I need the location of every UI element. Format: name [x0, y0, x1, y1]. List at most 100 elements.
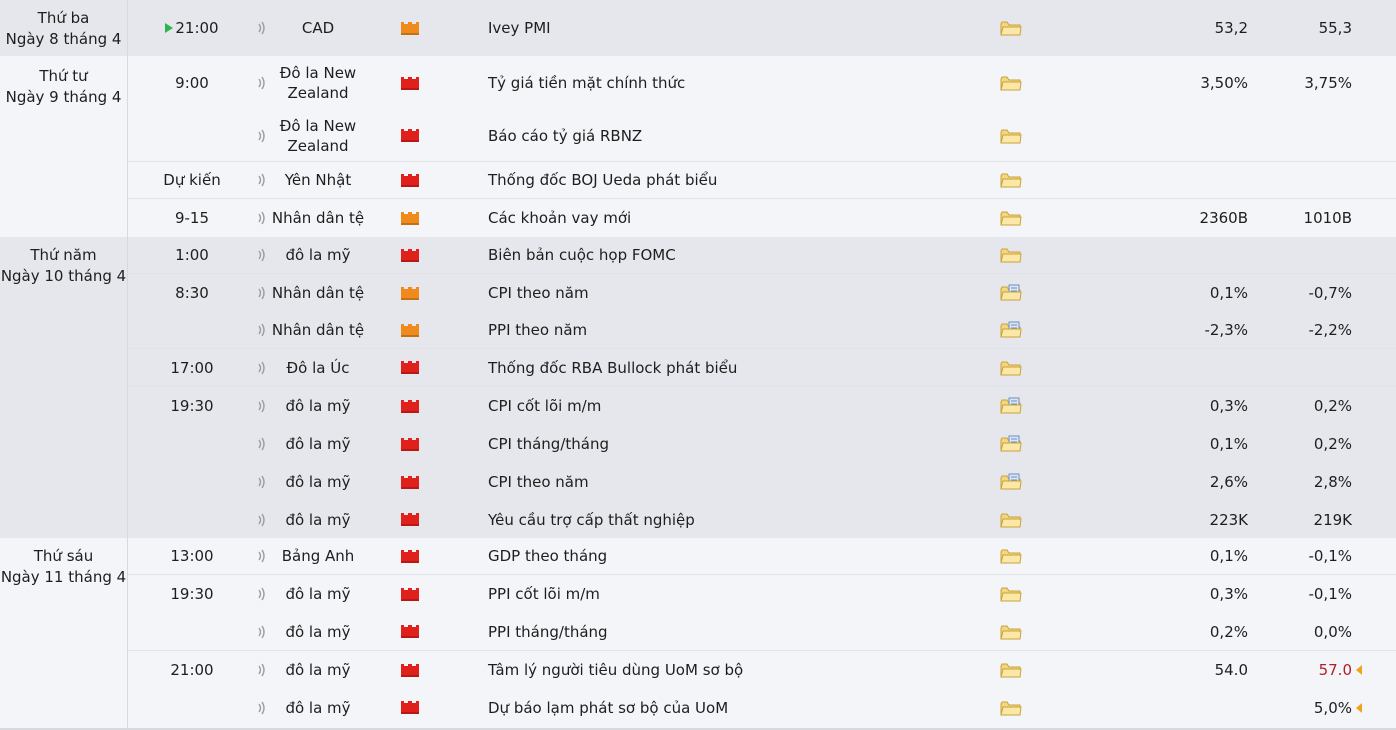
event-name[interactable]: CPI tháng/tháng [488, 425, 968, 463]
event-name[interactable]: GDP theo tháng [488, 538, 968, 574]
event-row[interactable]: đô la mỹ CPI theo năm 2,6% 2,8% [128, 463, 1396, 501]
event-row[interactable]: 8:30 Nhân dân tệ CPI theo năm 0,1% -0,7% [128, 274, 1396, 312]
event-forecast-value: 5,0% [1313, 698, 1352, 717]
event-row[interactable]: 19:30 đô la mỹ PPI cốt lõi m/m 0,3% -0,1% [128, 575, 1396, 613]
folder-icon[interactable] [1000, 538, 1022, 574]
folder-icon[interactable] [1000, 689, 1022, 726]
event-name[interactable]: CPI theo năm [488, 274, 968, 312]
event-name[interactable]: Các khoản vay mới [488, 199, 968, 237]
folder-icon[interactable] [1000, 575, 1022, 613]
event-time: 8:30 [128, 274, 256, 312]
event-forecast-value: -2,2% [1308, 321, 1352, 339]
event-currency: đô la mỹ [285, 246, 351, 264]
event-forecast [1252, 162, 1362, 198]
event-row[interactable]: 1:00 đô la mỹ Biên bản cuộc họp FOMC [128, 237, 1396, 273]
impact-medium-icon [400, 274, 420, 312]
impact-high-icon [400, 613, 420, 650]
impact-medium-icon [400, 0, 420, 56]
event-name[interactable]: PPI theo năm [488, 312, 968, 348]
folder-icon[interactable] [1000, 199, 1022, 237]
speaker-icon [256, 0, 268, 56]
speaker-icon [256, 689, 268, 726]
folder-icon[interactable] [1000, 349, 1022, 386]
event-row[interactable]: Dự kiến Yên Nhật Thống đốc BOJ Ueda phát b… [128, 162, 1396, 198]
event-row[interactable]: 13:00 Bảng Anh GDP theo tháng 0,1% -0,1% [128, 538, 1396, 574]
event-row[interactable]: 17:00 Đô la Úc Thống đốc RBA Bullock phát … [128, 349, 1396, 386]
event-name[interactable]: PPI tháng/tháng [488, 613, 968, 650]
event-time [128, 689, 256, 726]
event-row[interactable]: 19:30 đô la mỹ CPI cốt lõi m/m 0,3% 0,2% [128, 387, 1396, 425]
folder-document-icon[interactable] [1000, 425, 1022, 463]
folder-icon[interactable] [1000, 501, 1022, 538]
day-cell: Thứ sáu Ngày 11 tháng 4 [0, 538, 128, 728]
event-name[interactable]: CPI cốt lõi m/m [488, 387, 968, 425]
event-currency: đô la mỹ [285, 435, 351, 453]
event-currency: Bảng Anh [281, 547, 355, 565]
event-time-text: 17:00 [170, 358, 214, 377]
folder-icon[interactable] [1000, 613, 1022, 650]
day-weekday: Thứ sáu [33, 547, 94, 565]
speaker-icon [256, 162, 268, 198]
speaker-icon [256, 110, 268, 161]
event-forecast-value: 1010B [1303, 209, 1352, 227]
event-name[interactable]: Dự báo lạm phát sơ bộ của UoM [488, 689, 968, 726]
event-time [128, 110, 256, 161]
event-forecast-value: 0,2% [1313, 435, 1352, 453]
folder-document-icon[interactable] [1000, 463, 1022, 501]
event-time: Dự kiến [128, 162, 256, 198]
event-row[interactable]: đô la mỹ PPI tháng/tháng 0,2% 0,0% [128, 613, 1396, 650]
folder-icon[interactable] [1000, 237, 1022, 273]
event-name[interactable]: Thống đốc RBA Bullock phát biểu [488, 349, 968, 386]
speaker-icon [256, 651, 268, 689]
event-row[interactable]: đô la mỹ Yêu cầu trợ cấp thất nghiệp 223K 2… [128, 501, 1396, 538]
event-name[interactable]: Ivey PMI [488, 0, 968, 56]
event-name[interactable]: Biên bản cuộc họp FOMC [488, 237, 968, 273]
event-time-text: 21:00 [170, 661, 214, 679]
event-time-text: 19:30 [170, 397, 214, 415]
event-name[interactable]: Yêu cầu trợ cấp thất nghiệp [488, 501, 968, 538]
event-time: 9:00 [128, 56, 256, 110]
event-name[interactable]: Thống đốc BOJ Ueda phát biểu [488, 162, 968, 198]
folder-document-icon[interactable] [1000, 387, 1022, 425]
day-weekday: Thứ năm [30, 246, 97, 264]
event-actual: 0,1% [1209, 547, 1248, 565]
event-row[interactable]: 21:00 đô la mỹ Tâm lý người tiêu dùng UoM … [128, 651, 1396, 689]
event-actual: 0,3% [1209, 397, 1248, 415]
event-forecast: 1010B [1252, 199, 1362, 237]
folder-icon[interactable] [1000, 0, 1022, 56]
event-name[interactable]: Tâm lý người tiêu dùng UoM sơ bộ [488, 651, 968, 689]
event-actual: -2,3% [1204, 321, 1248, 339]
impact-high-icon [400, 575, 420, 613]
folder-icon[interactable] [1000, 651, 1022, 689]
folder-document-icon[interactable] [1000, 274, 1022, 312]
event-time: 13:00 [128, 538, 256, 574]
event-name[interactable]: PPI cốt lõi m/m [488, 575, 968, 613]
event-row[interactable]: đô la mỹ CPI tháng/tháng 0,1% 0,2% [128, 425, 1396, 463]
event-forecast: 0,0% [1252, 613, 1362, 650]
event-row[interactable]: Nhân dân tệ PPI theo năm -2,3% -2,2% [128, 312, 1396, 348]
event-forecast-value: 219K [1313, 510, 1352, 529]
event-name[interactable]: Tỷ giá tiền mặt chính thức [488, 56, 968, 110]
speaker-icon [256, 349, 268, 386]
speaker-icon [256, 613, 268, 650]
impact-high-icon [400, 387, 420, 425]
folder-icon[interactable] [1000, 56, 1022, 110]
event-time [128, 613, 256, 650]
event-time-text: 21:00 [175, 19, 219, 37]
event-name[interactable]: CPI theo năm [488, 463, 968, 501]
event-row[interactable]: đô la mỹ Dự báo lạm phát sơ bộ của UoM 5,0… [128, 689, 1396, 726]
speaker-icon [256, 312, 268, 348]
event-currency: Nhân dân tệ [271, 209, 365, 227]
event-row[interactable]: Đô la New Zealand Báo cáo tỷ giá RBNZ [128, 110, 1396, 161]
event-row[interactable]: 9-15 Nhân dân tệ Các khoản vay mới 2360B 101… [128, 199, 1396, 237]
event-currency: Nhân dân tệ [271, 284, 365, 302]
event-row[interactable]: 21:00 CAD Ivey PMI 53,2 55,3 [128, 0, 1396, 56]
event-name[interactable]: Báo cáo tỷ giá RBNZ [488, 110, 968, 161]
event-time-text: 9:00 [175, 74, 209, 92]
event-currency: đô la mỹ [285, 698, 351, 717]
folder-document-icon[interactable] [1000, 312, 1022, 348]
event-time: 19:30 [128, 387, 256, 425]
folder-icon[interactable] [1000, 110, 1022, 161]
event-row[interactable]: 9:00 Đô la New Zealand Tỷ giá tiền mặt chí… [128, 56, 1396, 110]
folder-icon[interactable] [1000, 162, 1022, 198]
